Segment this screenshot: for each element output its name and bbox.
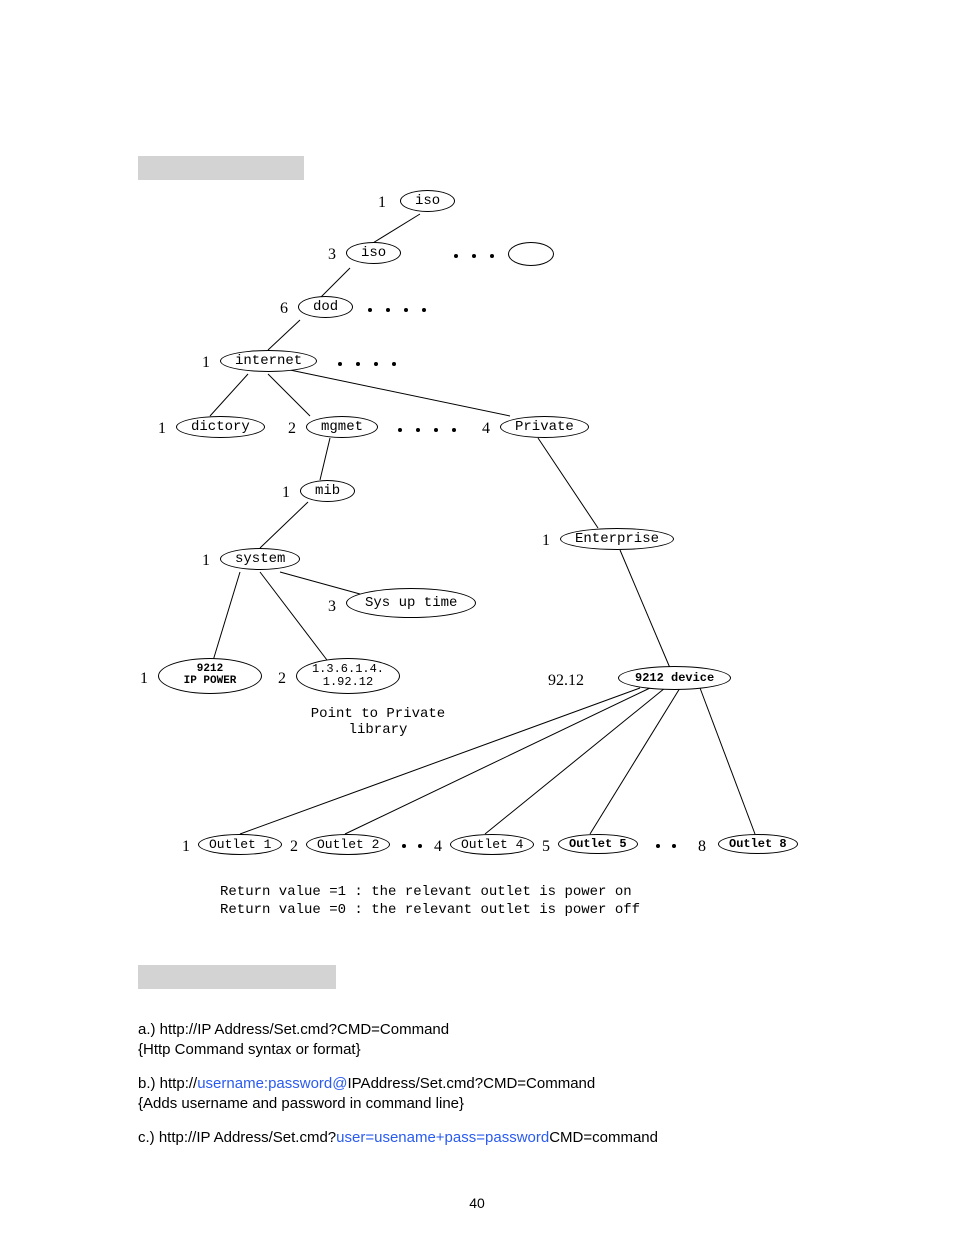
ellipsis-dot (402, 844, 406, 848)
node-enterprise: Enterprise (560, 528, 674, 550)
ellipsis-dot (418, 844, 422, 848)
node-mgmet: mgmet (306, 416, 378, 438)
node-outlet-8: Outlet 8 (718, 834, 798, 854)
node-system: system (220, 548, 300, 570)
http-example-a: a.) http://IP Address/Set.cmd?CMD=Comman… (138, 1020, 449, 1061)
ellipsis-dot (452, 428, 456, 432)
ellipsis-dot (472, 254, 476, 258)
num-outlet-2: 2 (290, 838, 298, 856)
num-1-system: 1 (202, 552, 210, 570)
ellipsis-dot (398, 428, 402, 432)
num-2-mgmet: 2 (288, 420, 296, 438)
node-private: Private (500, 416, 589, 438)
node-ip-power: 9212 IP POWER (158, 658, 262, 694)
node-iso-1: iso (400, 190, 455, 212)
ellipsis-dot (672, 844, 676, 848)
ellipsis-dot (404, 308, 408, 312)
ellipsis-dot (416, 428, 420, 432)
node-oid: 1.3.6.1.4. 1.92.12 (296, 658, 400, 694)
node-iso-2: iso (346, 242, 401, 264)
ellipsis-dot (422, 308, 426, 312)
num-1-internet: 1 (202, 354, 210, 372)
section-header-2 (138, 965, 336, 989)
ellipsis-dot (656, 844, 660, 848)
num-3: 3 (328, 246, 336, 264)
point-to-private-label: Point to Private library (298, 706, 458, 738)
section-header-1 (138, 156, 304, 180)
num-outlet-1: 1 (182, 838, 190, 856)
ellipsis-dot (368, 308, 372, 312)
node-outlet-2: Outlet 2 (306, 834, 390, 855)
device-id-label: 92.12 (548, 672, 584, 690)
node-outlet-1: Outlet 1 (198, 834, 282, 855)
ellipsis-dot (374, 362, 378, 366)
ellipsis-dot (356, 362, 360, 366)
num-2-oid: 2 (278, 670, 286, 688)
num-6: 6 (280, 300, 288, 318)
num-outlet-8: 8 (698, 838, 706, 856)
node-mib: mib (300, 480, 355, 502)
ellipsis-dot (392, 362, 396, 366)
page-number: 40 (0, 1195, 954, 1211)
num-3-sysuptime: 3 (328, 598, 336, 616)
num-4-private: 4 (482, 420, 490, 438)
ellipsis-dot (434, 428, 438, 432)
num-1-mib: 1 (282, 484, 290, 502)
ellipsis-dot (386, 308, 390, 312)
num-1-dictory: 1 (158, 420, 166, 438)
http-example-c: c.) http://IP Address/Set.cmd?user=usena… (138, 1128, 658, 1148)
node-9212-device: 9212 device (618, 666, 731, 690)
node-dod: dod (298, 296, 353, 318)
node-outlet-4: Outlet 4 (450, 834, 534, 855)
node-outlet-5: Outlet 5 (558, 834, 638, 854)
num-1-ippower: 1 (140, 670, 148, 688)
legend-return-1: Return value =1 : the relevant outlet is… (220, 884, 632, 900)
num-outlet-5: 5 (542, 838, 550, 856)
node-dictory: dictory (176, 416, 265, 438)
ellipsis-dot (338, 362, 342, 366)
ellipsis-dot (454, 254, 458, 258)
document-page: 1 iso 3 iso 6 dod 1 internet 1 dictory 2… (0, 0, 954, 1235)
num-1-iso: 1 (378, 194, 386, 212)
http-example-b: b.) http://username:password@IPAddress/S… (138, 1074, 595, 1115)
num-1-enterprise: 1 (542, 532, 550, 550)
mib-tree-diagram: 1 iso 3 iso 6 dod 1 internet 1 dictory 2… (140, 190, 860, 946)
node-sys-up-time: Sys up time (346, 588, 476, 618)
legend-return-0: Return value =0 : the relevant outlet is… (220, 902, 640, 918)
node-blank (508, 242, 554, 266)
node-internet: internet (220, 350, 317, 372)
ellipsis-dot (490, 254, 494, 258)
num-outlet-4: 4 (434, 838, 442, 856)
